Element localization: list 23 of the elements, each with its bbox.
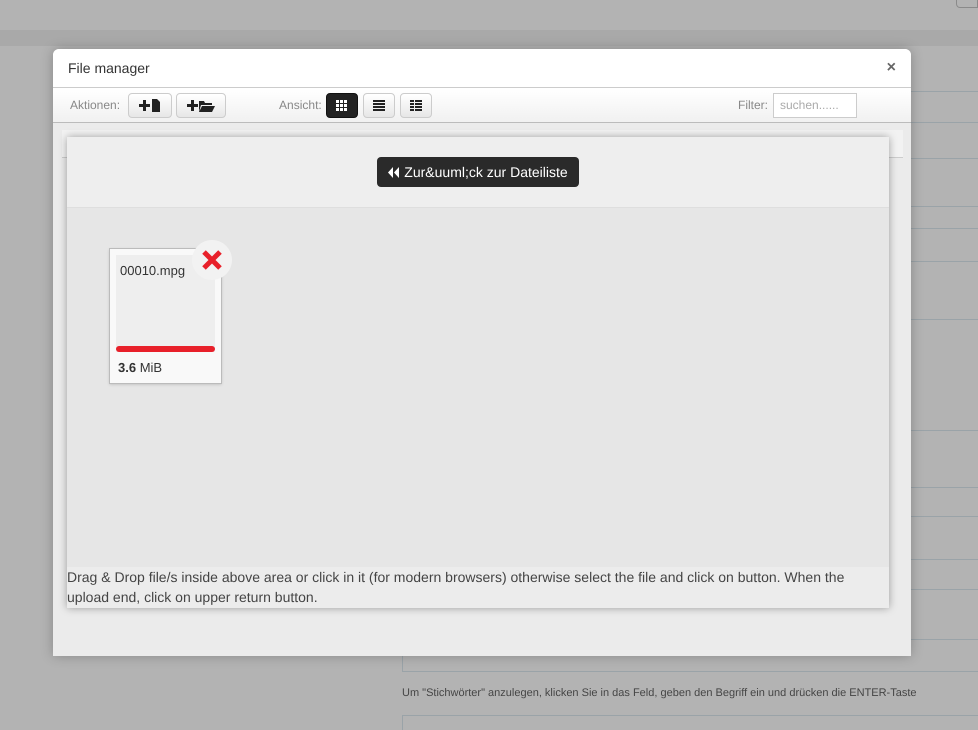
toolbar-label: Filter: — [738, 97, 768, 114]
close-icon — [201, 249, 223, 271]
help-text: Drag & Drop file/s inside above area or click in it (for modern browsers) otherwise select the file and click on button. When the upload end, click on upper return button. — [67, 567, 889, 608]
list-icon — [372, 100, 385, 110]
add-folder-icon — [187, 98, 216, 112]
hint-text: Um "Stichwörter" anzulegen, klicken Sie in das Feld, geben den Begriff ein und drücken die ENTER-Taste — [402, 686, 916, 702]
add-button[interactable] — [176, 92, 226, 118]
modal-title: File manager — [68, 58, 150, 78]
file-name: 00010.mpg — [119, 262, 186, 280]
detail-list-icon — [410, 100, 422, 110]
grid-icon — [336, 100, 348, 110]
file-size: 3.6 MiB — [117, 358, 164, 376]
page-header-box — [956, 0, 978, 8]
add-button[interactable] — [128, 92, 172, 118]
close-button[interactable]: × — [886, 60, 896, 76]
add-file-icon — [139, 98, 162, 112]
toolbar-label: Ansicht: — [279, 97, 322, 114]
back-button[interactable]: Zur&uuml;ck zur Dateiliste — [377, 157, 579, 187]
view-button[interactable] — [326, 92, 358, 118]
remove-button[interactable] — [192, 240, 232, 280]
toolbar-label: Aktionen: — [70, 97, 120, 114]
filter-field[interactable]: suchen...... — [773, 92, 857, 118]
rewind-icon — [388, 166, 400, 178]
